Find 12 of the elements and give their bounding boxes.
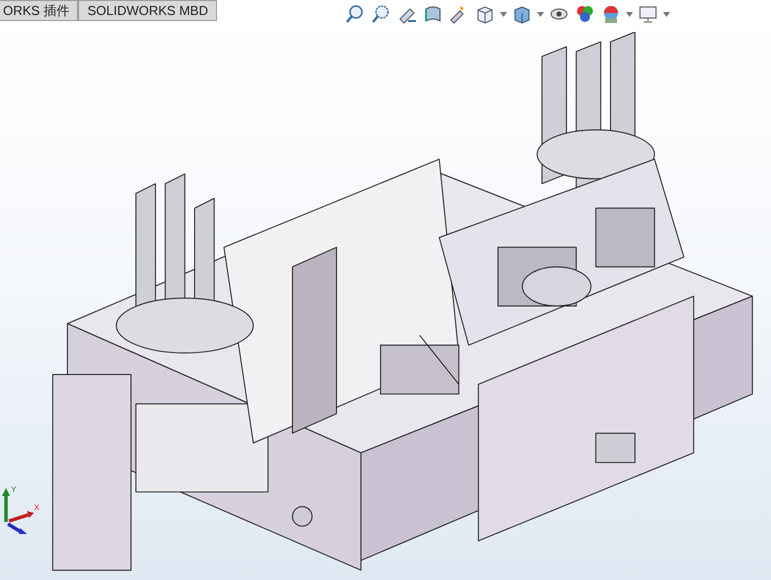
y-axis-arrow — [2, 488, 10, 522]
y-axis-label: Y — [11, 485, 16, 494]
x-axis-arrow — [8, 511, 34, 523]
caret-icon[interactable] — [626, 12, 633, 16]
caret-icon[interactable] — [537, 12, 544, 16]
z-axis-arrow — [7, 522, 27, 534]
caret-icon[interactable] — [500, 12, 507, 16]
x-axis-label: X — [34, 503, 40, 512]
caret-icon[interactable] — [663, 12, 670, 16]
tab[interactable]: SOLIDWORKS MBD — [78, 0, 218, 21]
appearance-icon[interactable] — [574, 3, 596, 25]
tab[interactable]: ORKS 插件 — [0, 0, 78, 21]
